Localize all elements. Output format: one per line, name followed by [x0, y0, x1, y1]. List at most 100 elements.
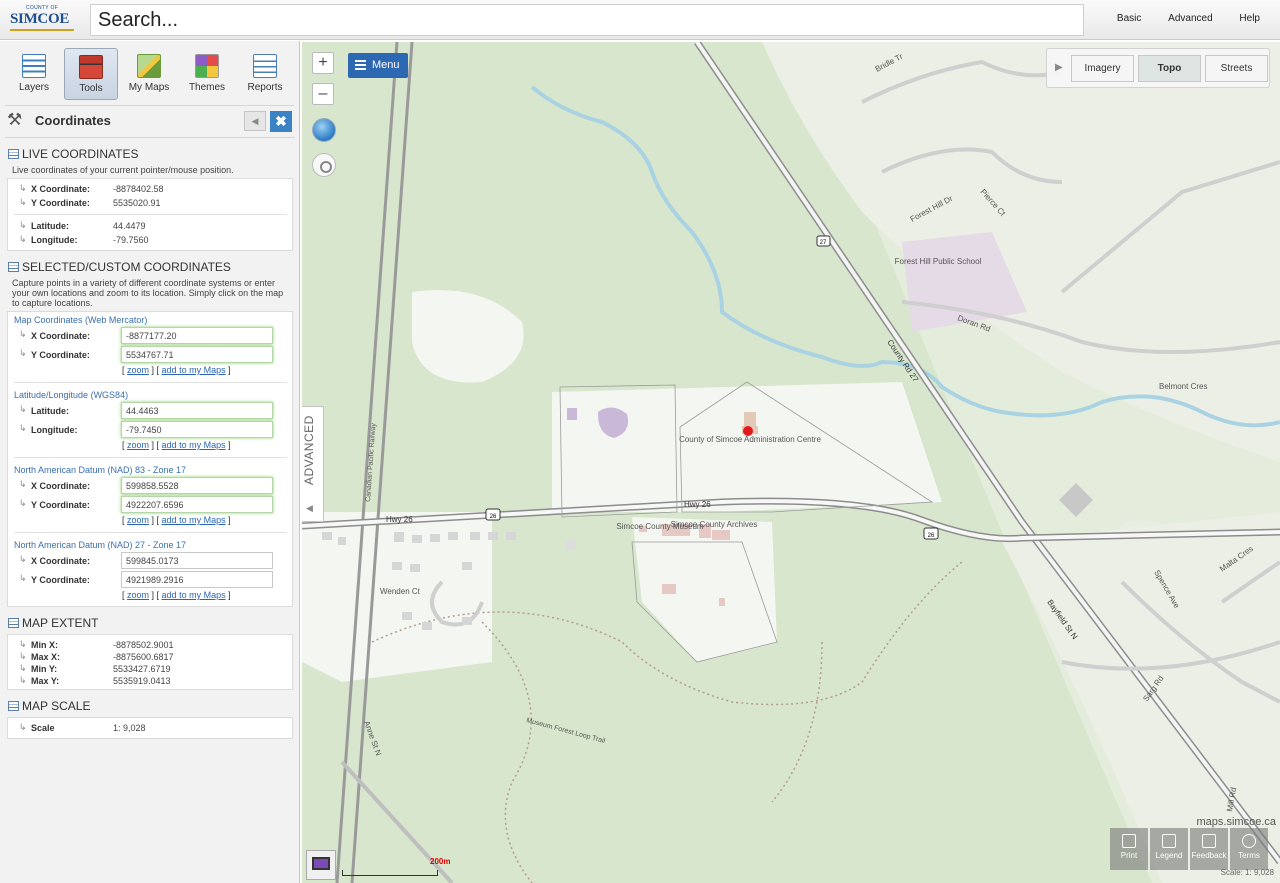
- map-menu-button[interactable]: Menu: [348, 53, 408, 78]
- scale-bar: [342, 870, 438, 876]
- scale-bar-label: 200m: [430, 857, 451, 866]
- live-lat-value: 44.4479: [113, 221, 146, 231]
- search-input[interactable]: [90, 4, 1084, 36]
- tab-my-maps[interactable]: My Maps: [122, 48, 176, 100]
- live-x-value: -8878402.58: [113, 184, 164, 194]
- max-x-value: -8875600.6817: [113, 652, 174, 662]
- globe-icon[interactable]: [312, 118, 336, 142]
- legend-icon: [1162, 834, 1176, 848]
- live-lat-row: ↳ Latitude: 44.4479: [19, 220, 146, 231]
- tab-label: Themes: [188, 82, 226, 93]
- field-label: Min Y:: [31, 664, 58, 674]
- locate-icon[interactable]: [312, 153, 336, 177]
- max-x-row: ↳ Max X: -8875600.6817: [19, 651, 174, 662]
- zoom-out-button[interactable]: –: [312, 83, 334, 105]
- web-mercator-x-input[interactable]: [121, 327, 273, 344]
- layers-icon: [22, 54, 46, 78]
- tab-label: Layers: [18, 82, 49, 93]
- latitude-input[interactable]: [121, 402, 273, 419]
- group-title: Map Coordinates (Web Mercator): [14, 315, 148, 325]
- top-bar: COUNTY OF SIMCOE Basic Advanced Help: [0, 0, 1280, 40]
- tab-themes[interactable]: Themes: [180, 48, 234, 100]
- printer-icon: [1122, 834, 1136, 848]
- zoom-link[interactable]: zoom: [127, 365, 149, 375]
- legend-button[interactable]: Legend: [1150, 828, 1188, 870]
- hwy-26-shield-b: 26: [928, 533, 935, 539]
- tab-layers[interactable]: Layers: [7, 48, 61, 100]
- add-to-maps-link[interactable]: add to my Maps: [162, 365, 226, 375]
- zoom-link[interactable]: zoom: [127, 440, 149, 450]
- action-links: [ zoom ] [ add to my Maps ]: [122, 365, 231, 375]
- scale-row: ↳ Scale 1: 9,028: [19, 722, 146, 733]
- close-button[interactable]: ✖: [270, 111, 292, 132]
- field-label: Y Coordinate:: [31, 500, 90, 510]
- print-button[interactable]: Print: [1110, 828, 1148, 870]
- basemap-topo[interactable]: Topo: [1138, 55, 1201, 82]
- play-icon[interactable]: ▶: [1055, 62, 1063, 73]
- help-link[interactable]: Help: [1239, 13, 1260, 24]
- divider: [14, 382, 287, 383]
- terms-button[interactable]: Terms: [1230, 828, 1268, 870]
- sidebar: Layers Tools My Maps Themes Reports ⚒ Co…: [0, 41, 300, 883]
- advanced-tab[interactable]: ADVANCED ◀: [302, 406, 324, 522]
- toolbox-icon: [79, 55, 103, 79]
- simcoe-logo[interactable]: COUNTY OF SIMCOE: [8, 5, 76, 35]
- field-label: Max Y:: [31, 676, 60, 686]
- monitor-icon: [312, 857, 330, 870]
- scale-heading-text: MAP SCALE: [22, 699, 91, 713]
- field-label: Max X:: [31, 652, 61, 662]
- hamburger-icon: [355, 60, 366, 70]
- basemap-imagery[interactable]: Imagery: [1071, 55, 1134, 82]
- list-icon: [8, 701, 19, 711]
- map-source: maps.simcoe.ca: [1196, 816, 1276, 828]
- tab-tools[interactable]: Tools: [64, 48, 118, 100]
- advanced-link[interactable]: Advanced: [1168, 13, 1212, 24]
- belmont-cres-label: Belmont Cres: [1159, 382, 1207, 391]
- legend-label: Legend: [1155, 851, 1183, 860]
- web-mercator-y-input[interactable]: [121, 346, 273, 363]
- report-icon: [253, 54, 277, 78]
- wenden-ct-label: Wenden Ct: [380, 587, 421, 596]
- live-lon-row: ↳ Longitude: -79.7560: [19, 234, 149, 245]
- nad27-y-input[interactable]: [121, 571, 273, 588]
- advanced-label: ADVANCED: [302, 415, 316, 485]
- map-scale-text: Scale: 1: 9,028: [1220, 868, 1274, 877]
- field-row: ↳ X Coordinate:: [8, 551, 292, 570]
- scale-box: ↳ Scale 1: 9,028: [7, 717, 293, 739]
- field-label: Latitude:: [31, 221, 69, 231]
- topo-basemap: 26 26 27 Forest Hill Public School Doran…: [302, 42, 1280, 883]
- field-row: ↳ Y Coordinate:: [8, 495, 292, 514]
- live-box: ↳ X Coordinate: -8878402.58 ↳ Y Coordinate:…: [7, 178, 293, 251]
- basic-link[interactable]: Basic: [1117, 13, 1141, 24]
- nad27-x-input[interactable]: [121, 552, 273, 569]
- overview-map-button[interactable]: [306, 850, 336, 880]
- group-title: North American Datum (NAD) 83 - Zone 17: [14, 465, 187, 475]
- scale-value: 1: 9,028: [113, 723, 146, 733]
- back-button[interactable]: ◀: [244, 111, 266, 131]
- tab-reports[interactable]: Reports: [238, 48, 292, 100]
- list-icon: [8, 262, 19, 272]
- add-to-maps-link[interactable]: add to my Maps: [162, 515, 226, 525]
- add-to-maps-link[interactable]: add to my Maps: [162, 590, 226, 600]
- feedback-button[interactable]: Feedback: [1190, 828, 1228, 870]
- zoom-link[interactable]: zoom: [127, 515, 149, 525]
- selected-heading-text: SELECTED/CUSTOM COORDINATES: [22, 260, 231, 274]
- field-label: X Coordinate:: [31, 331, 91, 341]
- field-row: ↳ Y Coordinate:: [8, 570, 292, 589]
- nad83-y-input[interactable]: [121, 496, 273, 513]
- basemap-streets[interactable]: Streets: [1205, 55, 1268, 82]
- add-to-maps-link[interactable]: add to my Maps: [162, 440, 226, 450]
- zoom-in-button[interactable]: +: [312, 52, 334, 74]
- hwy-26-label-b: Hwy 26: [684, 500, 711, 509]
- print-label: Print: [1120, 851, 1138, 860]
- field-label: Longitude:: [31, 425, 78, 435]
- nad83-x-input[interactable]: [121, 477, 273, 494]
- longitude-input[interactable]: [121, 421, 273, 438]
- map-canvas[interactable]: 26 26 27 Forest Hill Public School Doran…: [302, 42, 1280, 883]
- min-x-value: -8878502.9001: [113, 640, 174, 650]
- zoom-link[interactable]: zoom: [127, 590, 149, 600]
- chat-icon: [1202, 834, 1216, 848]
- wrench-icon: ⚒: [7, 110, 23, 129]
- divider: [14, 214, 287, 215]
- tab-label: My Maps: [128, 82, 170, 93]
